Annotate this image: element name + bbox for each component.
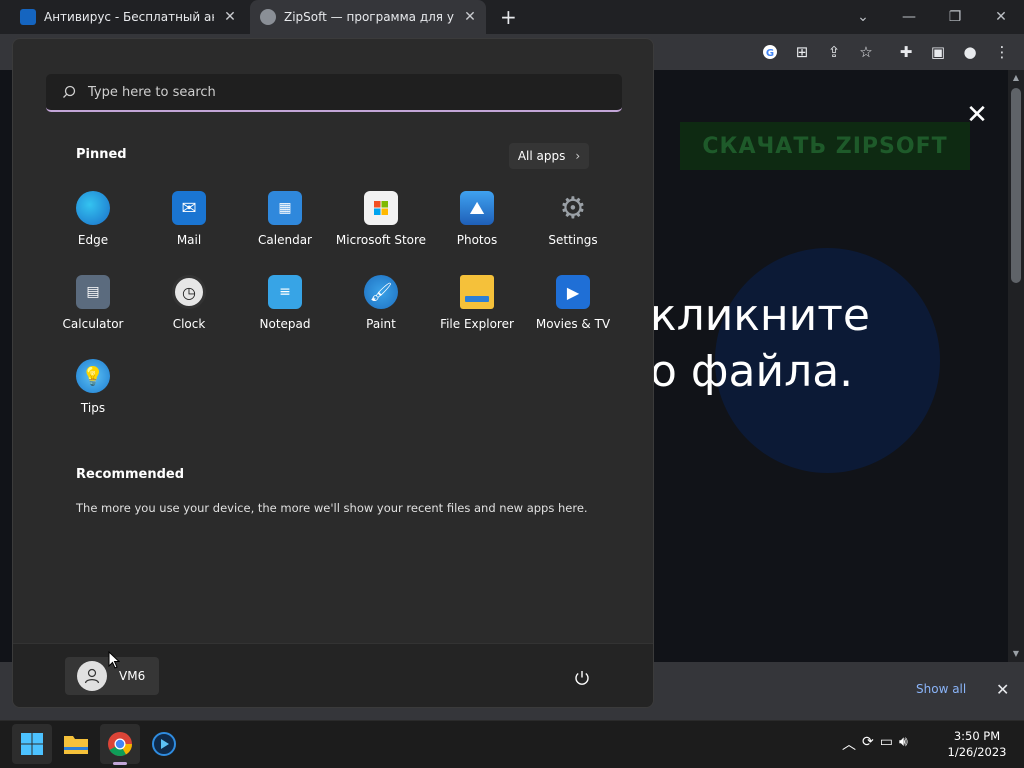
start-search-box[interactable]: Type here to search <box>46 74 622 112</box>
media-player-icon[interactable] <box>144 724 184 764</box>
active-app-indicator <box>113 762 127 765</box>
pinned-app-tips[interactable]: 💡 Tips <box>45 359 141 429</box>
clock-time: 3:50 PM <box>953 729 1001 743</box>
recommended-heading: Recommended <box>76 467 185 482</box>
notepad-icon: ≡ <box>268 275 302 309</box>
app-label: Mail <box>176 233 202 247</box>
pinned-app-settings[interactable]: ⚙ Settings <box>525 191 621 261</box>
pinned-app-calendar[interactable]: ▦ Calendar <box>237 191 333 261</box>
clock-icon: ◷ <box>172 275 206 309</box>
pinned-app-movies-tv[interactable]: ▶ Movies & TV <box>525 275 621 345</box>
tab-close-icon[interactable]: ✕ <box>462 9 478 25</box>
clock-date: 1/26/2023 <box>947 745 1007 759</box>
bookmark-star-icon[interactable]: ☆ <box>856 42 876 62</box>
pinned-app-file-explorer[interactable]: File Explorer <box>429 275 525 345</box>
google-icon[interactable]: G <box>760 42 780 62</box>
minimize-icon[interactable]: — <box>886 0 932 34</box>
user-name: VM6 <box>119 669 146 683</box>
calendar-icon: ▦ <box>268 191 302 225</box>
file-explorer-icon[interactable] <box>56 724 96 764</box>
app-label: Movies & TV <box>535 317 611 331</box>
taskbar-clock[interactable]: 3:50 PM 1/26/2023 <box>942 728 1012 760</box>
app-label: Paint <box>366 317 396 331</box>
app-label: Calculator <box>62 317 124 331</box>
show-all-downloads-link[interactable]: Show all <box>916 682 966 696</box>
search-icon <box>63 85 76 98</box>
pinned-app-mail[interactable]: ✉ Mail <box>141 191 237 261</box>
restore-icon[interactable]: ❐ <box>932 0 978 34</box>
recommended-empty-text: The more you use your device, the more w… <box>76 501 588 515</box>
close-window-icon[interactable]: ✕ <box>978 0 1024 34</box>
volume-icon[interactable]: 🔊︎ <box>899 734 908 754</box>
download-zipsoft-button[interactable]: СКАЧАТЬ ZIPSOFT <box>680 122 970 170</box>
sync-icon[interactable]: ⟳ <box>862 734 874 754</box>
app-label: Settings <box>548 233 598 247</box>
pinned-app-photos[interactable]: ⛰ Photos <box>429 191 525 261</box>
scroll-up-icon[interactable]: ▲ <box>1008 70 1024 86</box>
translate-icon[interactable]: ⊞ <box>792 42 812 62</box>
app-label: Edge <box>77 233 109 247</box>
edge-icon <box>76 191 110 225</box>
sidepanel-icon[interactable]: ▣ <box>928 42 948 62</box>
scrollbar-thumb[interactable] <box>1011 88 1021 283</box>
all-apps-label: All apps <box>517 149 566 163</box>
new-tab-button[interactable]: + <box>500 5 517 29</box>
browser-tab-antivirus[interactable]: Антивирус - Бесплатный антивирус ✕ <box>12 0 248 34</box>
mouse-cursor-icon <box>108 650 121 673</box>
calculator-icon: ▤ <box>76 275 110 309</box>
windows-start-icon[interactable] <box>12 724 52 764</box>
tab-title: Антивирус - Бесплатный антивирус <box>44 10 214 24</box>
tab-favicon-icon <box>20 9 36 25</box>
page-heading-line1: кликните <box>650 290 870 341</box>
pinned-app-edge[interactable]: Edge <box>45 191 141 261</box>
app-label: Microsoft Store <box>335 233 427 247</box>
pinned-app-paint[interactable]: 🖌 Paint <box>333 275 429 345</box>
app-label: Notepad <box>259 317 311 331</box>
network-icon[interactable]: ▭ <box>880 734 893 754</box>
avatar <box>77 661 107 691</box>
pinned-app-microsoft-store[interactable]: Microsoft Store <box>333 191 429 261</box>
share-icon[interactable]: ⇪ <box>824 42 844 62</box>
pinned-app-clock[interactable]: ◷ Clock <box>141 275 237 345</box>
menu-icon[interactable]: ⋮ <box>992 42 1012 62</box>
photos-icon: ⛰ <box>460 191 494 225</box>
profile-icon[interactable]: ● <box>960 42 980 62</box>
tab-search-icon[interactable]: ⌄ <box>840 0 886 34</box>
scroll-down-icon[interactable]: ▼ <box>1008 646 1024 662</box>
pinned-app-calculator[interactable]: ▤ Calculator <box>45 275 141 345</box>
globe-icon <box>260 9 276 25</box>
tips-icon: 💡 <box>76 359 110 393</box>
pinned-app-notepad[interactable]: ≡ Notepad <box>237 275 333 345</box>
search-placeholder: Type here to search <box>88 84 216 100</box>
extensions-icon[interactable]: ✚ <box>896 42 916 62</box>
chrome-icon[interactable] <box>100 724 140 764</box>
settings-icon: ⚙ <box>559 190 587 226</box>
tab-title: ZipSoft — программа для установки <box>284 10 454 24</box>
power-icon[interactable] <box>571 667 593 689</box>
paint-icon: 🖌 <box>364 275 398 309</box>
browser-tab-zipsoft[interactable]: ZipSoft — программа для установки ✕ <box>250 0 486 34</box>
close-overlay-icon[interactable]: ✕ <box>964 102 990 128</box>
start-menu: Type here to search Pinned All apps › Ed… <box>12 38 654 708</box>
store-icon <box>364 191 398 225</box>
show-hidden-icons-icon[interactable]: ︿ <box>842 734 856 754</box>
all-apps-button[interactable]: All apps › <box>509 143 589 169</box>
movies-icon: ▶ <box>556 275 590 309</box>
mail-icon: ✉ <box>172 191 206 225</box>
chevron-right-icon: › <box>575 149 581 163</box>
app-label: Clock <box>172 317 206 331</box>
app-label: Tips <box>80 401 106 415</box>
tab-close-icon[interactable]: ✕ <box>222 9 238 25</box>
close-shelf-icon[interactable]: ✕ <box>996 680 1009 699</box>
system-tray: ︿ ⟳ ▭ 🔊︎ <box>842 734 908 754</box>
folder-icon <box>460 275 494 309</box>
pinned-heading: Pinned <box>76 147 127 162</box>
page-heading-line2: о файла. <box>650 346 854 397</box>
user-icon <box>84 668 100 684</box>
app-label: File Explorer <box>440 317 514 331</box>
svg-text:G: G <box>766 48 774 59</box>
app-label: Photos <box>456 233 498 247</box>
app-label: Calendar <box>258 233 312 247</box>
